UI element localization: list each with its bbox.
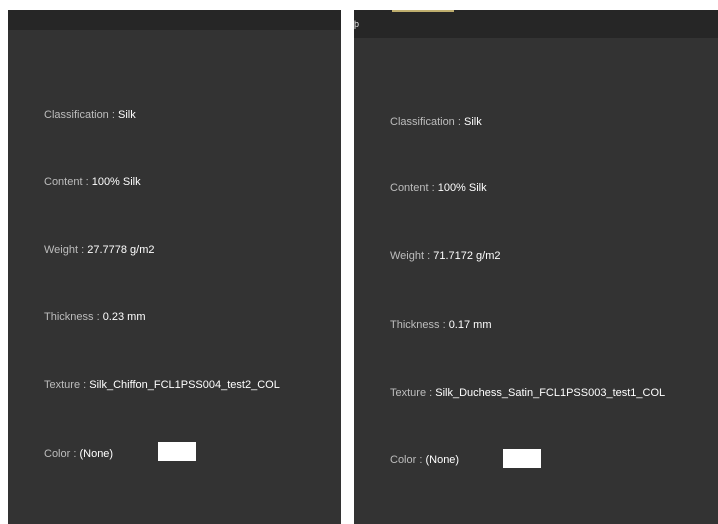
- color-value: (None): [79, 448, 114, 460]
- content-value: 100% Silk: [91, 176, 141, 188]
- texture-label: Texture :: [390, 387, 436, 399]
- fabric-properties-panel-left: Classification : Silk Content : 100% Sil…: [8, 10, 341, 524]
- color-label: Color :: [44, 448, 80, 460]
- classification-label: Classification :: [44, 109, 118, 121]
- color-swatch[interactable]: [503, 449, 541, 468]
- color-row: Color : (None): [390, 453, 459, 467]
- weight-label: Weight :: [390, 250, 434, 262]
- texture-value: Silk_Chiffon_FCL1PSS004_test2_COL: [89, 379, 280, 391]
- thickness-row: Thickness : 0.17 mm: [390, 318, 491, 332]
- color-swatch[interactable]: [158, 442, 196, 461]
- weight-value: 27.7778 g/m2: [87, 244, 155, 256]
- fabric-properties-panel-right: þ Classification : Silk Content : 100% S…: [354, 10, 718, 524]
- panel-titlebar: þ: [354, 10, 718, 38]
- panel-titlebar: [8, 10, 341, 30]
- thickness-value: 0.23 mm: [102, 311, 146, 323]
- classification-value: Silk: [117, 109, 136, 121]
- weight-row: Weight : 71.7172 g/m2: [390, 249, 501, 263]
- thickness-label: Thickness :: [390, 319, 449, 331]
- weight-label: Weight :: [44, 244, 88, 256]
- weight-row: Weight : 27.7778 g/m2: [44, 243, 155, 257]
- thickness-value: 0.17 mm: [448, 319, 492, 331]
- content-row: Content : 100% Silk: [390, 181, 487, 195]
- classification-row: Classification : Silk: [390, 115, 482, 129]
- content-label: Content :: [44, 176, 92, 188]
- texture-row: Texture : Silk_Chiffon_FCL1PSS004_test2_…: [44, 378, 280, 392]
- texture-value: Silk_Duchess_Satin_FCL1PSS003_test1_COL: [435, 387, 666, 399]
- content-value: 100% Silk: [437, 182, 487, 194]
- classification-row: Classification : Silk: [44, 108, 136, 122]
- title-glyph: þ: [354, 19, 360, 29]
- texture-label: Texture :: [44, 379, 90, 391]
- title-accent-bar: [392, 10, 454, 12]
- classification-label: Classification :: [390, 116, 464, 128]
- thickness-row: Thickness : 0.23 mm: [44, 310, 145, 324]
- weight-value: 71.7172 g/m2: [433, 250, 501, 262]
- classification-value: Silk: [463, 116, 482, 128]
- thickness-label: Thickness :: [44, 311, 103, 323]
- texture-row: Texture : Silk_Duchess_Satin_FCL1PSS003_…: [390, 386, 665, 400]
- color-label: Color :: [390, 454, 426, 466]
- color-value: (None): [425, 454, 460, 466]
- color-row: Color : (None): [44, 447, 113, 461]
- content-label: Content :: [390, 182, 438, 194]
- content-row: Content : 100% Silk: [44, 175, 141, 189]
